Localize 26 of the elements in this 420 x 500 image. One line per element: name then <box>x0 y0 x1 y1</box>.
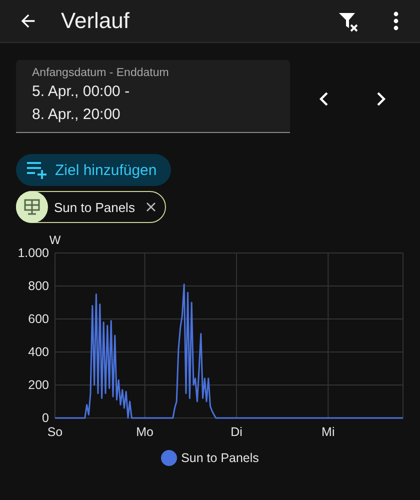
page-title: Verlauf <box>61 8 130 34</box>
axis-unit: W <box>49 233 61 247</box>
menu-icon <box>393 11 399 31</box>
close-icon <box>146 202 156 212</box>
date-value: 5. Apr., 00:00 - <box>32 82 131 102</box>
y-tick-label: 1.000 <box>18 246 49 260</box>
playlist-add-icon <box>27 161 49 179</box>
field-label: Anfangsdatum - Enddatum <box>32 67 170 79</box>
add-target-button[interactable]: Ziel hinzufügen <box>16 154 171 186</box>
solar-panel-icon <box>16 191 48 223</box>
y-tick-label: 200 <box>28 378 49 392</box>
date-value: 8. Apr., 20:00 <box>32 105 122 125</box>
x-tick-label: Di <box>230 425 242 439</box>
y-tick-label: 800 <box>28 279 49 293</box>
legend-label[interactable]: Sun to Panels <box>181 451 259 465</box>
x-tick-label: Mi <box>322 425 335 439</box>
chip-label: Sun to Panels <box>54 200 135 214</box>
x-tick-label: Mo <box>136 425 154 439</box>
y-tick-label: 600 <box>28 312 49 326</box>
chevron-left-icon <box>319 92 329 106</box>
date-range-field[interactable]: Anfangsdatum - Enddatum 5. Apr., 00:00 - 8. Apr., 20:00 <box>16 60 290 133</box>
y-tick-label: 400 <box>28 345 49 359</box>
target-chip[interactable]: Sun to Panels <box>16 191 166 223</box>
chevron-right-icon <box>376 92 386 106</box>
y-tick-label: 0 <box>42 411 49 425</box>
x-tick-label: So <box>47 425 63 439</box>
